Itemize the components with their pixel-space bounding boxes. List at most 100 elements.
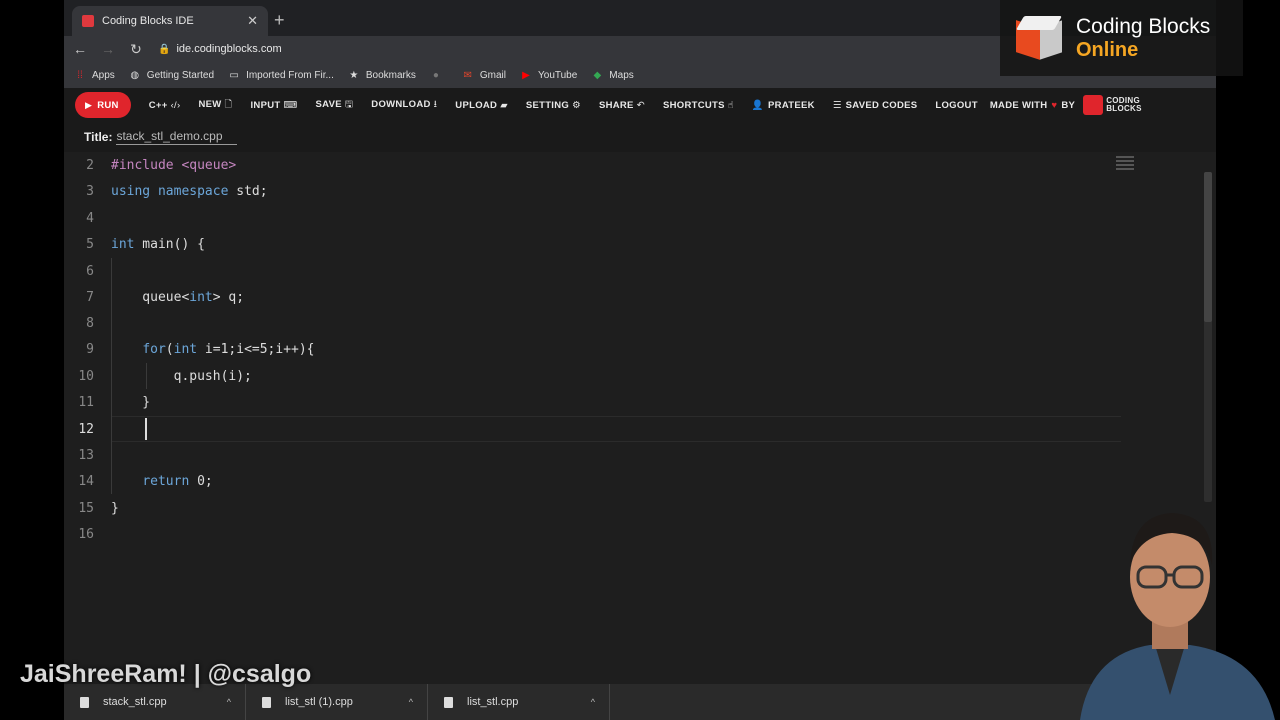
logout-button[interactable]: LOGOUT [935, 100, 977, 111]
download-item[interactable]: list_stl.cpp ^ [428, 684, 610, 720]
bookmark-apps[interactable]: ⁞⁞ Apps [74, 70, 115, 81]
cube-icon [1083, 95, 1104, 115]
code-line: } [111, 395, 151, 410]
current-line-highlight [111, 416, 1121, 442]
github-icon: ● [432, 69, 439, 81]
back-icon[interactable]: ← [68, 41, 92, 57]
folder-open-icon: ▰ [500, 99, 508, 111]
code-line: int main() { [111, 237, 205, 252]
text-cursor [145, 418, 147, 440]
bookmark-gmail[interactable]: ✉ Gmail [462, 70, 506, 81]
apps-grid-icon: ⁞⁞ [77, 69, 83, 81]
code-line: #include <queue> [111, 158, 237, 173]
browser-tab[interactable]: Coding Blocks IDE ✕ [72, 6, 268, 36]
bookmark-github[interactable]: ● [430, 70, 448, 81]
download-item[interactable]: stack_stl.cpp ^ [64, 684, 246, 720]
code-line: using namespace std; [111, 184, 268, 199]
file-title-bar: Title: stack_stl_demo.cpp [64, 122, 1216, 152]
youtube-icon: ▶ [522, 69, 530, 81]
presenter-webcam [1080, 513, 1275, 720]
new-button[interactable]: NEW 🗋 [198, 97, 232, 113]
address-bar[interactable]: 🔒 ide.codingblocks.com [158, 43, 282, 55]
user-menu[interactable]: 👤 PRATEEK [752, 100, 815, 111]
line-number: 5 [86, 237, 94, 252]
download-item[interactable]: list_stl (1).cpp ^ [246, 684, 428, 720]
code-icon: ‹/› [170, 99, 181, 111]
setting-button[interactable]: SETTING ⚙ [526, 100, 581, 111]
download-button[interactable]: DOWNLOAD ⭳ [371, 97, 437, 113]
coding-blocks-online-watermark: Coding Blocks Online [1000, 0, 1243, 76]
ide-navbar: ▶ RUN C++ ‹/› NEW 🗋 INPUT ⌨ SAVE 🖫 DOWNLOAD ⭳ … [64, 88, 1216, 122]
line-number: 11 [78, 395, 94, 410]
code-line: return 0; [142, 474, 213, 489]
globe-icon: ◍ [130, 69, 140, 81]
code-line: queue<int> q; [111, 290, 245, 305]
channel-handle: JaiShreeRam! | @csalgo [20, 660, 312, 688]
maps-icon: ◆ [593, 69, 602, 81]
forward-icon[interactable]: → [96, 41, 120, 57]
new-tab-icon[interactable]: + [274, 10, 285, 31]
upload-button[interactable]: UPLOAD ▰ [455, 100, 508, 111]
keyboard-icon: ⌨ [283, 99, 298, 111]
code-line: } [111, 501, 119, 516]
line-number: 3 [86, 184, 94, 199]
chevron-up-icon[interactable]: ^ [409, 697, 413, 707]
line-number: 4 [86, 211, 94, 226]
line-number: 8 [86, 316, 94, 331]
language-select[interactable]: C++ ‹/› [149, 100, 181, 111]
file-icon: 🗋 [224, 99, 233, 110]
star-icon: ★ [349, 69, 359, 81]
browser-window: Coding Blocks IDE ✕ + ← → ↻ 🔒 ide.coding… [64, 0, 1216, 720]
line-number: 14 [78, 474, 94, 489]
close-tab-icon[interactable]: ✕ [247, 13, 258, 29]
tab-title: Coding Blocks IDE [102, 15, 194, 27]
logo-line2: BLOCKS [1106, 104, 1142, 113]
hand-icon: ☝ [727, 99, 734, 111]
bookmark-imported[interactable]: ▭ Imported From Fir... [228, 70, 334, 81]
code-line: for(int i=1;i<=5;i++){ [142, 342, 315, 357]
gmail-icon: ✉ [463, 69, 473, 81]
save-button[interactable]: SAVE 🖫 [316, 97, 354, 113]
url-text: ide.codingblocks.com [176, 43, 282, 55]
line-number: 6 [86, 264, 94, 279]
heart-icon: ♥ [1051, 99, 1058, 111]
run-button[interactable]: ▶ RUN [75, 92, 131, 118]
scrollbar-thumb[interactable] [1204, 172, 1212, 322]
list-icon: ☰ [832, 99, 842, 111]
line-number: 9 [86, 342, 94, 357]
bookmark-getting-started[interactable]: ◍ Getting Started [129, 70, 214, 81]
download-icon: ⭳ [433, 99, 438, 110]
brand-line2: Online [1076, 39, 1139, 61]
reload-icon[interactable]: ↻ [124, 41, 148, 58]
minimap[interactable] [1116, 156, 1134, 182]
downloads-bar: stack_stl.cpp ^ list_stl (1).cpp ^ list_st… [64, 684, 1216, 720]
title-label: Title: [84, 130, 113, 144]
title-input[interactable]: stack_stl_demo.cpp [116, 129, 237, 145]
file-icon [262, 696, 271, 708]
brand-line1: Coding Blocks [1076, 15, 1211, 38]
saved-codes-button[interactable]: ☰ SAVED CODES [833, 100, 918, 111]
line-number: 7 [86, 290, 94, 305]
shortcuts-button[interactable]: SHORTCUTS ☝ [663, 100, 734, 111]
coding-blocks-logo[interactable]: CODING BLOCKS [1083, 95, 1142, 115]
bookmark-maps[interactable]: ◆ Maps [591, 70, 633, 81]
file-icon [80, 696, 89, 708]
line-number: 10 [78, 369, 94, 384]
line-number-active: 12 [78, 422, 94, 437]
bookmark-youtube[interactable]: ▶ YouTube [520, 70, 577, 81]
share-icon: ↶ [636, 99, 645, 111]
line-number: 13 [78, 448, 94, 463]
chevron-up-icon[interactable]: ^ [591, 697, 595, 707]
vertical-scrollbar[interactable] [1204, 172, 1212, 502]
line-number: 16 [78, 527, 94, 542]
chevron-up-icon[interactable]: ^ [227, 697, 231, 707]
user-icon: 👤 [751, 99, 765, 111]
made-with-credit: MADE WITH ♥ BY CODING BLOCKS [989, 95, 1142, 115]
code-line: q.push(i); [111, 369, 252, 384]
save-icon: 🖫 [344, 99, 354, 110]
play-icon: ▶ [85, 99, 93, 110]
code-editor[interactable]: 2 3 4 5 6 7 8 9 10 11 12 13 14 15 16 #in… [64, 152, 1216, 680]
share-button[interactable]: SHARE ↶ [599, 100, 645, 111]
bookmark-bookmarks[interactable]: ★ Bookmarks [348, 70, 416, 81]
input-button[interactable]: INPUT ⌨ [250, 100, 297, 111]
